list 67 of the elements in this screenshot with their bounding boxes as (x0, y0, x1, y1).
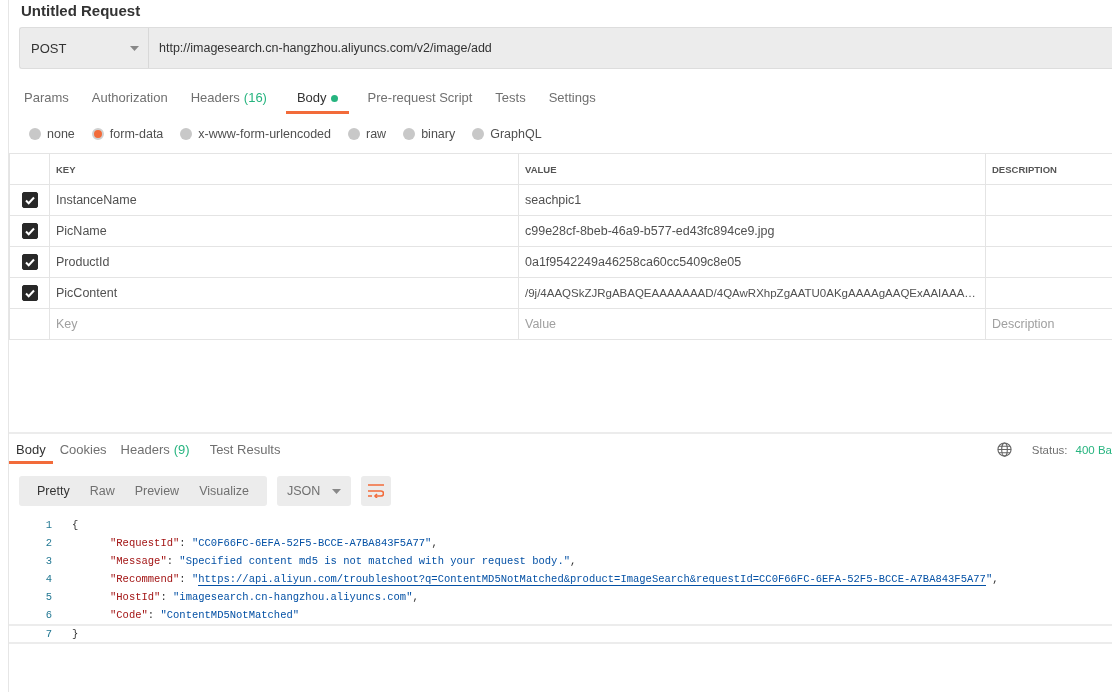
status-value: 400 Ba (1075, 443, 1112, 456)
checkbox[interactable] (21, 285, 38, 301)
status-label: Status: (1031, 443, 1068, 456)
table-cell: PicName (49, 215, 519, 247)
request-tab[interactable]: Authorization (80, 84, 179, 114)
column-header: DESCRIPTION (985, 153, 1112, 185)
radio-icon[interactable] (348, 128, 360, 140)
format-dropdown[interactable]: JSON (276, 476, 351, 506)
line-number: 4 (44, 573, 53, 585)
radio-icon[interactable] (91, 128, 104, 140)
line-number: 6 (44, 609, 53, 621)
line-number: 7 (44, 628, 53, 640)
column-header: VALUE (518, 153, 986, 185)
request-tab[interactable]: Headers (16) (179, 84, 278, 114)
response-tab[interactable]: Body (9, 434, 53, 464)
table-cell: 0a1f9542249a46258ca60cc5409c8e05 (518, 246, 986, 278)
table-cell: c99e28cf-8beb-46a9-b577-ed43fc894ce9.jpg (518, 215, 986, 247)
value-input[interactable]: Value (518, 308, 986, 340)
code-line: "RequestId": "CC0F66FC-6EFA-52F5-BCCE-A7BA843F5A77", (109, 537, 438, 549)
request-tab[interactable]: Settings (537, 84, 607, 114)
code-link[interactable]: https://api.aliyun.com/troubleshoot?q=ContentMD5NotMatched&product=ImageSearch&requestId=CC0F66FC-6EFA-52F5-BCCE-A7BA843F5A77 (198, 572, 986, 586)
response-tab[interactable]: Cookies (52, 434, 114, 464)
request-tab[interactable]: Body (285, 84, 349, 114)
radio-icon[interactable] (403, 128, 416, 140)
table-cell: ProductId (49, 246, 519, 278)
request-tab[interactable]: Pre-request Script (356, 84, 484, 114)
checkbox[interactable] (21, 192, 38, 208)
code-line: { (72, 519, 79, 531)
code-line: } (72, 628, 79, 640)
column-header: KEY (49, 153, 519, 185)
table-cell: /9j/4AAQSkZJRgABAQEAAAAAAAD/4QAwRXhpZgAATU0AKgAAAAgAAQExAAIAAA… (518, 277, 986, 309)
radio-icon[interactable] (472, 128, 485, 140)
radio-icon[interactable] (29, 128, 41, 140)
globe-icon (996, 442, 1012, 457)
checkbox[interactable] (21, 254, 38, 270)
body-type-option[interactable]: binary (403, 127, 456, 141)
view-mode-tab[interactable]: Pretty (27, 476, 80, 506)
line-number: 5 (44, 591, 53, 603)
code-line: "Message": "Specified content md5 is not matched with your request body.", (109, 555, 577, 567)
checkbox[interactable] (21, 223, 38, 239)
body-type-option[interactable]: x-www-form-urlencoded (180, 127, 331, 141)
view-mode-tab[interactable]: Visualize (189, 476, 259, 506)
line-number: 2 (44, 537, 53, 549)
request-title: Untitled Request (20, 1, 142, 21)
caret-icon (331, 488, 341, 494)
response-tab[interactable]: Headers (9) (113, 434, 197, 464)
line-number: 1 (44, 519, 53, 531)
table-cell: seachpic1 (518, 184, 986, 216)
view-mode-tab[interactable]: Raw (79, 476, 125, 506)
request-tab[interactable]: Params (13, 84, 80, 114)
code-line: "HostId": "imagesearch.cn-hangzhou.aliyuncs.com", (109, 591, 419, 603)
key-input[interactable]: Key (49, 308, 519, 340)
table-cell: PicContent (49, 277, 519, 309)
body-type-option[interactable]: form-data (91, 127, 164, 141)
wrap-button[interactable] (360, 476, 391, 506)
wrap-lines-icon (367, 484, 384, 498)
table-cell: InstanceName (49, 184, 519, 216)
code-line: "Recommend": "https://api.aliyun.com/troubleshoot?q=ContentMD5NotMatched&product=ImageSearch&requestId=CC0F66FC-6EFA-52F5-BCCE-A7BA843F5A77", (109, 572, 999, 586)
line-number: 3 (44, 555, 53, 567)
view-mode-tab[interactable]: Preview (124, 476, 190, 506)
request-tab[interactable]: Tests (484, 84, 537, 114)
body-type-option[interactable]: raw (348, 127, 387, 141)
body-type-option[interactable]: none (29, 127, 75, 141)
code-line: "Code": "ContentMD5NotMatched" (109, 609, 300, 621)
response-tab[interactable]: Test Results (202, 434, 288, 464)
body-type-option[interactable]: GraphQL (472, 127, 542, 141)
radio-icon[interactable] (180, 128, 193, 140)
